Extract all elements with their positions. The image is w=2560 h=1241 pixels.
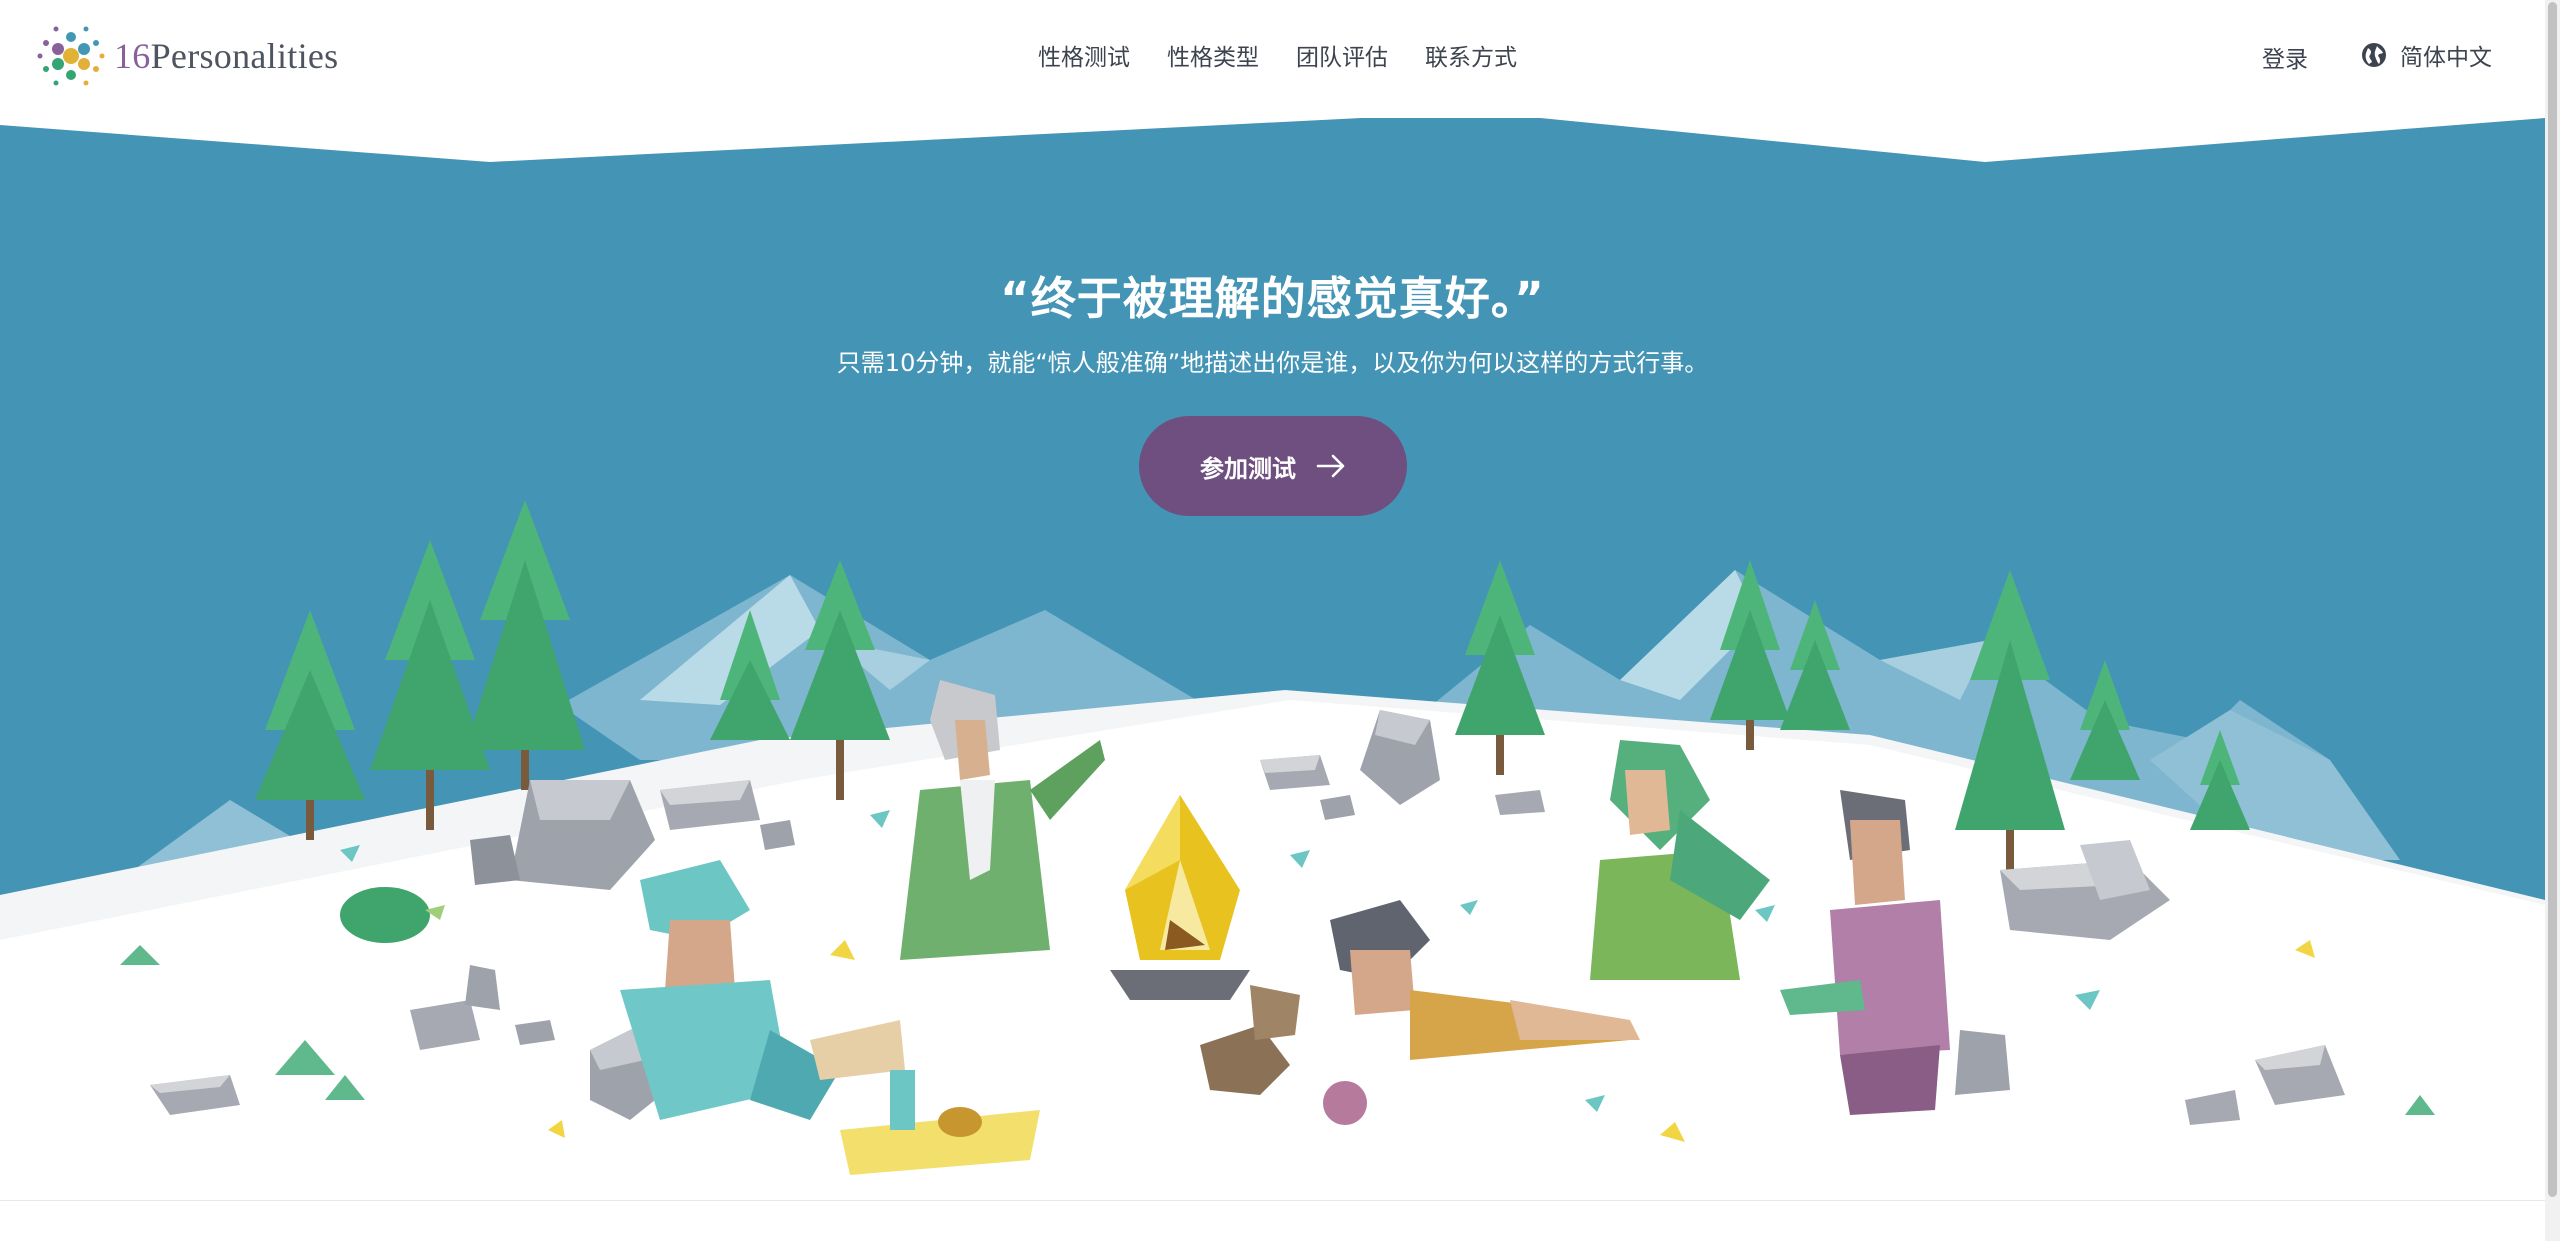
page-scrollbar[interactable]: [2545, 0, 2560, 1241]
hero-illustration: [0, 112, 2545, 1200]
main-nav: 性格测试 性格类型 团队评估 联系方式: [1038, 38, 1517, 72]
ball: [1323, 1081, 1367, 1125]
nav-personality-test[interactable]: 性格测试: [1038, 38, 1130, 72]
arrow-right-icon: [1316, 454, 1345, 478]
brand-number: 16: [114, 36, 151, 76]
site-header: 16Personalities 性格测试 性格类型 团队评估 联系方式 登录 简…: [0, 0, 2545, 118]
hero-subline: 只需10分钟，就能“惊人般准确”地描述出你是谁，以及你为何以这样的方式行事。: [836, 349, 1709, 377]
globe-icon: [2362, 43, 2386, 67]
brand-word: Personalities: [150, 36, 339, 76]
language-label: 简体中文: [2400, 45, 2492, 71]
take-test-label: 参加测试: [1200, 454, 1296, 483]
scrollbar-thumb[interactable]: [2548, 2, 2557, 1197]
nav-contact[interactable]: 联系方式: [1425, 38, 1517, 72]
nav-personality-types[interactable]: 性格类型: [1167, 38, 1259, 72]
sixteen-dots-logo-icon: [37, 26, 105, 86]
nav-team-assessment[interactable]: 团队评估: [1296, 38, 1388, 72]
brand-name: 16Personalities: [114, 35, 338, 77]
login-link[interactable]: 登录: [2262, 40, 2308, 74]
brand-logo[interactable]: 16Personalities: [36, 20, 366, 92]
hero-section: “终于被理解的感觉真好。” 只需10分钟，就能“惊人般准确”地描述出你是谁，以及…: [0, 0, 2545, 1200]
hero-headline: “终于被理解的感觉真好。”: [1000, 272, 1545, 325]
section-divider: [0, 1200, 2545, 1201]
take-test-button[interactable]: 参加测试: [1139, 416, 1407, 516]
language-selector[interactable]: 简体中文: [2360, 38, 2492, 72]
